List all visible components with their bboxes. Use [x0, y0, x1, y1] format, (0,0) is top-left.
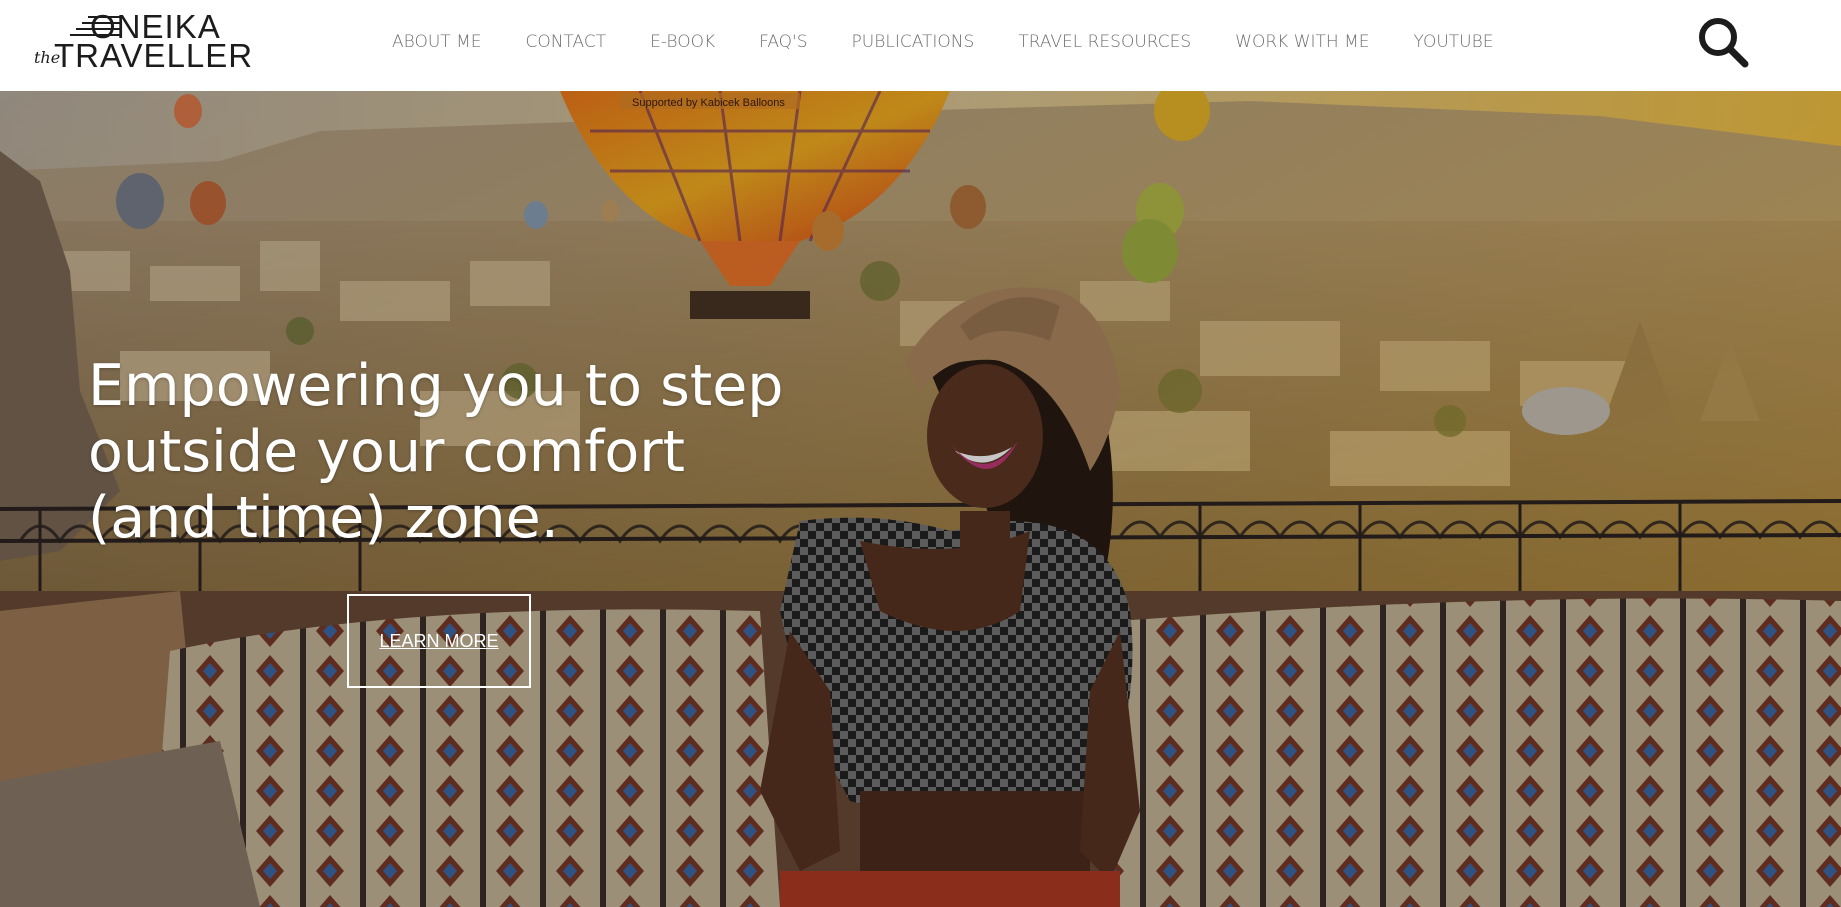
hero-section: Supported by Kabicek Balloons: [0, 91, 1841, 907]
main-nav: ABOUT ME CONTACT E-BOOK FAQ'S PUBLICATIO…: [392, 30, 1538, 54]
nav-item-work-with-me[interactable]: WORK WITH ME: [1235, 30, 1369, 54]
nav-item-travel-resources[interactable]: TRAVEL RESOURCES: [1018, 30, 1191, 54]
nav-item-youtube[interactable]: YOUTUBE: [1414, 30, 1494, 54]
nav-item-about-me[interactable]: ABOUT ME: [392, 30, 481, 54]
search-icon: [1699, 18, 1749, 68]
search-button[interactable]: [1695, 14, 1751, 70]
logo-line2: TRAVELLER: [54, 37, 254, 74]
learn-more-button[interactable]: LEARN MORE: [347, 594, 531, 688]
site-logo[interactable]: ONEIKA the TRAVELLER: [32, 8, 252, 76]
hero-headline: Empowering you to step outside your comf…: [88, 353, 784, 551]
nav-item-faqs[interactable]: FAQ'S: [759, 30, 807, 54]
site-header: ONEIKA the TRAVELLER ABOUT ME CONTACT E-…: [0, 0, 1841, 91]
nav-item-e-book[interactable]: E-BOOK: [650, 30, 715, 54]
nav-item-contact[interactable]: CONTACT: [525, 30, 606, 54]
nav-item-publications[interactable]: PUBLICATIONS: [852, 30, 975, 54]
